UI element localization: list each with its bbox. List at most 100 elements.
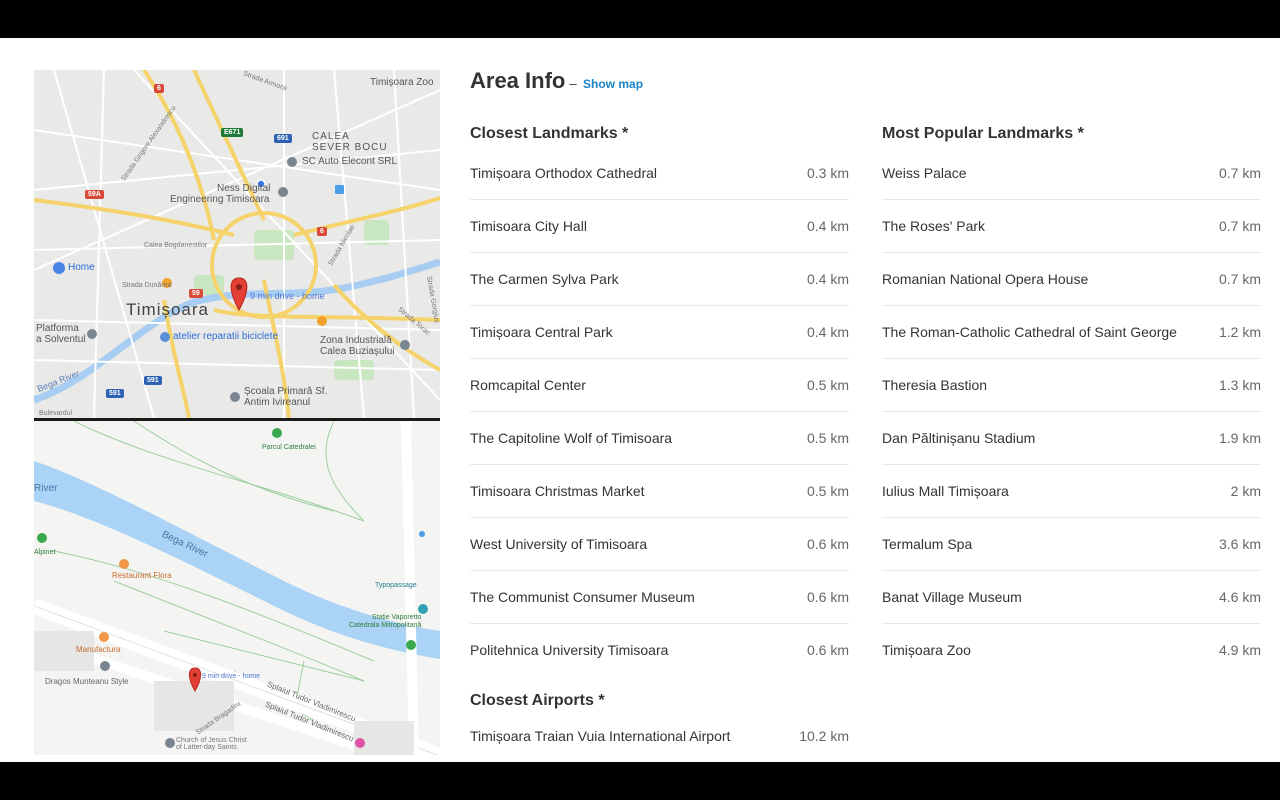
landmark-name: Timisoara City Hall [470,218,587,234]
landmark-distance: 1.2 km [1218,324,1261,340]
area-info-title: Area Info [470,68,566,93]
home-label[interactable]: Home [68,262,95,273]
poi-label: Dragos Munteanu Style [45,677,129,686]
poi-label: atelier reparatii biciclete [173,331,279,342]
landmark-distance: 0.7 km [1218,218,1261,234]
closest-landmarks-list: Timișoara Orthodox Cathedral 0.3 km Timis… [470,147,849,676]
page-content: Timișoara Zoo Strada Armonii Strada Grig… [0,38,1280,762]
popular-landmarks-title: Most Popular Landmarks * [882,125,1084,142]
list-item: The Roman-Catholic Cathedral of Saint Ge… [882,306,1261,359]
poi-label: Typopassage [375,582,417,589]
list-item: Timișoara Traian Vuia International Airp… [470,714,849,758]
landmark-distance: 0.7 km [1218,165,1261,181]
landmark-name: Romanian National Opera House [882,271,1089,287]
list-item: The Capitoline Wolf of Timisoara 0.5 km [470,412,849,465]
landmark-name: Dan Păltinișanu Stadium [882,430,1036,446]
landmark-distance: 3.6 km [1218,536,1261,552]
road-shield: 6 [154,84,164,93]
poi-label: Stație Vaporetto Catedrala Mitropolitană [349,614,422,629]
landmark-distance: 0.6 km [806,642,849,658]
landmark-distance: 0.5 km [806,483,849,499]
show-map-link[interactable]: Show map [583,77,643,91]
list-item: Timișoara Zoo 4.9 km [882,624,1261,676]
landmark-name: Timișoara Central Park [470,324,613,340]
poi-label: Church of Jesus Christ of Latter-day Sain… [176,737,247,751]
poi-label: SC Auto Elecont SRL [302,156,398,167]
road-shield: 691 [274,134,292,143]
landmark-name: Politehnica University Timisoara [470,642,669,658]
poi-label: Engineering Timisoara [170,194,270,205]
list-item: Iulius Mall Timișoara 2 km [882,465,1261,518]
landmark-distance: 1.9 km [1218,430,1261,446]
closest-airports-title: Closest Airports * [470,692,605,709]
road-shield: E671 [221,128,244,137]
landmark-distance: 0.4 km [806,324,849,340]
list-item: Termalum Spa 3.6 km [882,518,1261,571]
city-name-label: Timișoara [126,300,209,319]
landmark-name: Timisoara Christmas Market [470,483,645,499]
poi-label: Restaurant Flora [112,571,172,580]
city-map-graphics [34,70,440,418]
street-map[interactable]: Parcul Catedralei River Bega River Alpin… [34,421,440,755]
landmark-name: The Roman-Catholic Cathedral of Saint Ge… [882,324,1177,340]
list-item: Timișoara Orthodox Cathedral 0.3 km [470,147,849,200]
list-item: Timisoara Christmas Market 0.5 km [470,465,849,518]
city-map[interactable]: Timișoara Zoo Strada Armonii Strada Grig… [34,70,440,418]
list-item: The Communist Consumer Museum 0.6 km [470,571,849,624]
road-shield: 591 [106,389,124,398]
road-label: Bulevardul [39,410,73,417]
list-item: Weiss Palace 0.7 km [882,147,1261,200]
landmark-name: West University of Timisoara [470,536,648,552]
road-label: Strada Dunărea [122,282,172,289]
landmark-distance: 4.6 km [1218,589,1261,605]
road-shield: 591 [144,376,162,385]
road-shield: 59 [189,289,203,298]
landmark-distance: 4.9 km [1218,642,1261,658]
park-label: Parcul Catedralei [262,444,316,451]
landmark-distance: 0.4 km [806,218,849,234]
landmark-name: Romcapital Center [470,377,586,393]
drive-time-label: 9 min drive - home [250,291,325,301]
airport-name: Timișoara Traian Vuia International Airp… [470,728,731,744]
list-item: West University of Timisoara 0.6 km [470,518,849,571]
landmark-name: Termalum Spa [882,536,973,552]
list-item: Banat Village Museum 4.6 km [882,571,1261,624]
closest-landmarks-title: Closest Landmarks * [470,125,629,142]
poi-label: Manufactura [76,645,121,654]
river-label: River [34,483,58,494]
landmark-name: Timișoara Zoo [882,642,971,658]
airport-distance: 10.2 km [799,728,849,744]
closest-landmarks-section: Closest Landmarks * Timișoara Orthodox C… [470,121,849,676]
poi-label: Zona Industrială Calea Buziașului [320,335,395,357]
landmark-name: Banat Village Museum [882,589,1022,605]
landmark-distance: 0.4 km [806,271,849,287]
landmark-distance: 1.3 km [1218,377,1261,393]
list-item: Timisoara City Hall 0.4 km [470,200,849,253]
list-item: Politehnica University Timisoara 0.6 km [470,624,849,676]
list-item: Timișoara Central Park 0.4 km [470,306,849,359]
landmark-name: Iulius Mall Timișoara [882,483,1009,499]
landmark-distance: 0.3 km [806,165,849,181]
zoo-label: Timișoara Zoo [370,77,434,88]
road-shield: 6 [317,227,327,236]
popular-landmarks-list: Weiss Palace 0.7 km The Roses' Park 0.7 km… [882,147,1261,676]
landmark-name: The Roses' Park [882,218,986,234]
road-label: Calea Bogdanestilor [144,242,208,249]
landmark-name: The Communist Consumer Museum [470,589,695,605]
list-item: Theresia Bastion 1.3 km [882,359,1261,412]
title-separator: – [569,76,577,91]
list-item: Romanian National Opera House 0.7 km [882,253,1261,306]
poi-label: Ness Digital [217,183,271,194]
drive-time-label: 9 min drive - home [202,673,260,680]
popular-landmarks-section: Most Popular Landmarks * Weiss Palace 0.7… [882,121,1261,676]
neighborhood-label: CALEA SEVER BOCU [312,131,388,153]
landmark-distance: 0.6 km [806,536,849,552]
landmark-distance: 0.6 km [806,589,849,605]
road-shield: 59A [85,190,104,199]
closest-airports-section: Closest Airports * Timișoara Traian Vuia… [470,688,849,758]
poi-label: Școala Primară Sf. Antim Ivireanul [244,386,328,408]
landmark-name: Weiss Palace [882,165,967,181]
landmark-distance: 2 km [1230,483,1261,499]
poi-label: Alpinet [34,549,56,556]
landmark-distance: 0.7 km [1218,271,1261,287]
